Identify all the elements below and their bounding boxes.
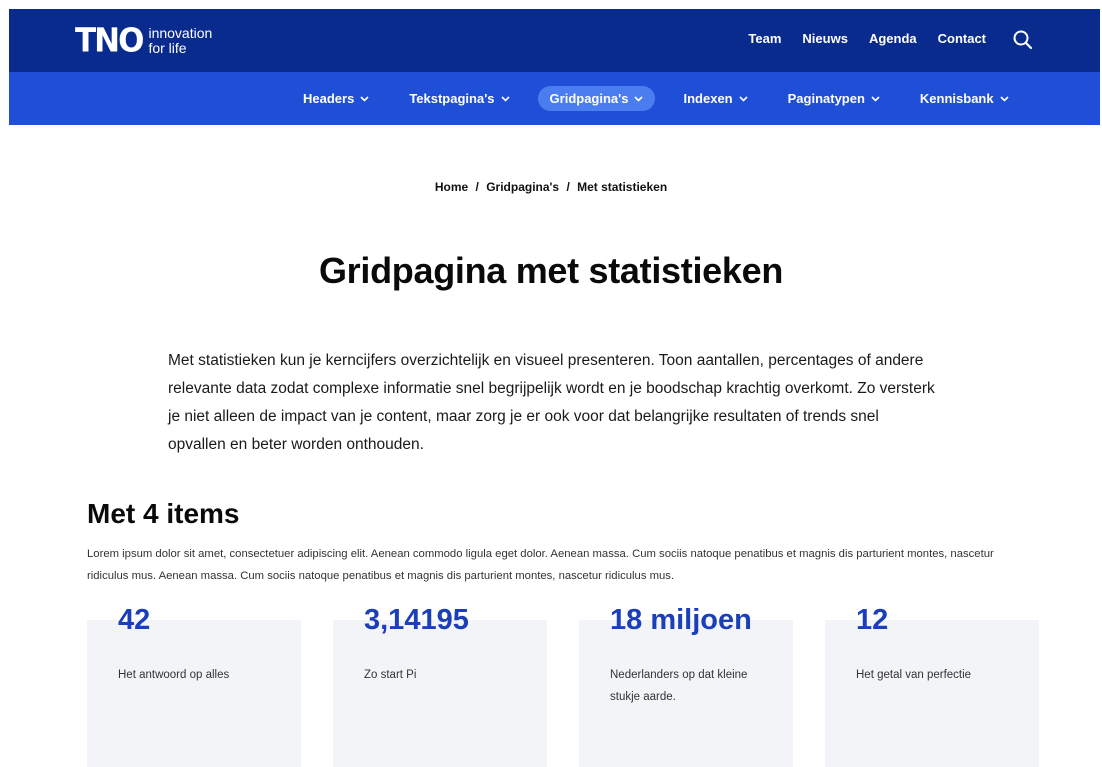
- nav-item-indexen[interactable]: Indexen: [671, 86, 759, 111]
- section-text: Lorem ipsum dolor sit amet, consectetuer…: [87, 548, 994, 582]
- chevron-down-icon: [871, 95, 880, 102]
- top-bar: TNO innovation for life Team Nieuws Agen…: [9, 9, 1100, 72]
- breadcrumb-home[interactable]: Home: [435, 180, 468, 194]
- nav-item-label: Tekstpagina's: [409, 91, 495, 106]
- stat-value: 42: [118, 604, 151, 636]
- stat-label: Nederlanders op dat kleine stukje aarde.: [610, 669, 748, 703]
- stat-label: Het getal van perfectie: [856, 669, 972, 681]
- logo-tagline-line1: innovation: [148, 25, 213, 41]
- chevron-down-icon: [739, 95, 748, 102]
- breadcrumb-separator: /: [475, 180, 479, 194]
- stat-label: Het antwoord op alles: [118, 669, 230, 681]
- top-link-nieuws[interactable]: Nieuws: [802, 31, 848, 46]
- logo-tagline-line2: for life: [148, 40, 187, 56]
- top-link-agenda[interactable]: Agenda: [869, 31, 917, 46]
- main-nav-items: Headers Tekstpagina's Gridpagina's Index…: [291, 72, 1021, 125]
- nav-item-label: Paginatypen: [787, 91, 865, 106]
- breadcrumb: Home / Gridpagina's / Met statistieken: [0, 180, 1102, 194]
- chevron-down-icon: [500, 95, 510, 102]
- nav-item-label: Indexen: [683, 91, 733, 106]
- nav-item-gridpaginas[interactable]: Gridpagina's: [537, 86, 656, 111]
- stat-value: 3,14195: [364, 604, 469, 636]
- stat-card: [87, 620, 301, 767]
- tno-logo[interactable]: TNO innovation for life: [75, 23, 212, 59]
- chevron-down-icon: [1000, 95, 1009, 102]
- section-title: Met 4 items: [87, 498, 240, 529]
- nav-item-tekstpaginas[interactable]: Tekstpagina's: [397, 86, 521, 111]
- search-icon: [1013, 30, 1033, 50]
- stat-label: Zo start Pi: [364, 669, 417, 681]
- stat-value: 18 miljoen: [610, 604, 752, 636]
- nav-item-paginatypen[interactable]: Paginatypen: [776, 86, 892, 111]
- nav-item-headers[interactable]: Headers: [291, 86, 381, 111]
- page-title: Gridpagina met statistieken: [318, 250, 784, 291]
- stats-grid: 42 Het antwoord op alles 3,14195 Zo star…: [87, 604, 1039, 767]
- chevron-down-icon: [360, 95, 369, 102]
- breadcrumb-gridpaginas[interactable]: Gridpagina's: [486, 180, 559, 194]
- top-links: Team Nieuws Agenda Contact: [748, 31, 986, 46]
- intro-text: Met statistieken kun je kerncijfers over…: [168, 352, 935, 453]
- search-button[interactable]: [1012, 29, 1034, 51]
- stat-value: 12: [856, 604, 889, 636]
- nav-item-label: Headers: [303, 91, 355, 106]
- stat-card: [333, 620, 547, 767]
- top-link-contact[interactable]: Contact: [938, 31, 986, 46]
- logo-brand: TNO: [75, 21, 144, 60]
- nav-item-label: Kennisbank: [919, 91, 994, 106]
- top-link-team[interactable]: Team: [748, 31, 781, 46]
- nav-item-kennisbank[interactable]: Kennisbank: [908, 86, 1021, 111]
- chevron-down-icon: [634, 95, 644, 102]
- logo-tagline: innovation for life: [148, 26, 212, 56]
- main-nav: Headers Tekstpagina's Gridpagina's Index…: [9, 72, 1100, 125]
- stat-card: [825, 620, 1039, 767]
- nav-item-label: Gridpagina's: [549, 91, 629, 106]
- breadcrumb-separator: /: [566, 180, 570, 194]
- breadcrumb-current: Met statistieken: [577, 180, 668, 194]
